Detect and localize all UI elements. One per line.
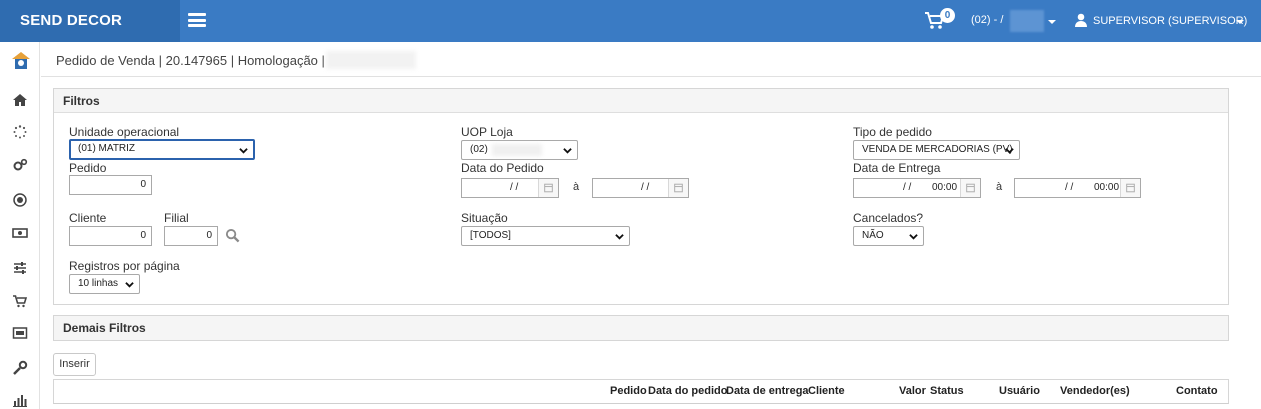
- situacao-select[interactable]: [TODOS]: [461, 226, 630, 246]
- cliente-label: Cliente: [69, 211, 107, 225]
- calendar-icon[interactable]: [668, 179, 688, 197]
- cancelados-select-value: NÃO: [862, 230, 884, 241]
- uop-label: UOP Loja: [461, 125, 513, 139]
- range-separator: à: [996, 181, 1003, 193]
- chevron-down-icon: [563, 148, 572, 154]
- situacao-select-value: [TODOS]: [470, 230, 511, 241]
- unidade-select[interactable]: (01) MATRIZ: [69, 139, 255, 160]
- home-icon[interactable]: [12, 92, 28, 108]
- insert-button[interactable]: Inserir: [53, 353, 96, 376]
- top-bar: SEND DECOR 0 (02) - / SUPERVISOR (SUPERV…: [0, 0, 1261, 42]
- more-filters-panel: Demais Filtros: [53, 315, 1229, 341]
- calendar-icon[interactable]: [538, 179, 558, 197]
- registros-select-value: 10 linhas: [78, 278, 119, 289]
- store-selector[interactable]: (02) - /: [971, 14, 1003, 26]
- brand-logo[interactable]: SEND DECOR: [0, 0, 180, 42]
- wrench-icon[interactable]: [12, 360, 28, 376]
- table-header: Pedido Data do pedido Data de entrega Cl…: [53, 379, 1229, 404]
- cliente-input[interactable]: 0: [69, 226, 152, 246]
- column-header-valor[interactable]: Valor: [899, 385, 926, 397]
- filial-label: Filial: [164, 211, 189, 225]
- user-icon: [1075, 13, 1087, 27]
- chevron-down-icon: [615, 234, 624, 240]
- tipo-select-value: VENDA DE MERCADORIAS (PV): [862, 144, 1013, 155]
- search-icon[interactable]: [225, 228, 240, 243]
- chevron-down-icon: [909, 234, 918, 240]
- pedido-input[interactable]: 0: [69, 175, 152, 195]
- data-pedido-from-input[interactable]: / /: [461, 178, 559, 198]
- tipo-select[interactable]: VENDA DE MERCADORIAS (PV): [853, 140, 1020, 160]
- filters-panel-title[interactable]: Filtros: [54, 89, 1228, 113]
- store-name-redacted: [1010, 10, 1044, 32]
- registros-select[interactable]: 10 linhas: [69, 274, 140, 294]
- divider: [41, 76, 1261, 77]
- shopping-cart-icon[interactable]: [12, 293, 28, 309]
- uop-select-value: (02): [470, 144, 488, 155]
- column-header-vendedores[interactable]: Vendedor(es): [1060, 385, 1130, 397]
- spinner-icon[interactable]: [12, 124, 28, 140]
- sliders-icon[interactable]: [12, 260, 28, 276]
- cart-count-badge: 0: [940, 8, 955, 23]
- target-icon[interactable]: [12, 192, 28, 208]
- calendar-icon[interactable]: [1120, 179, 1140, 197]
- unidade-select-value: (01) MATRIZ: [78, 143, 136, 154]
- breadcrumb: Pedido de Venda | 20.147965 | Homologaçã…: [56, 53, 325, 68]
- cancelados-label: Cancelados?: [853, 211, 924, 225]
- date-slashes: / /: [1065, 182, 1074, 193]
- date-slashes: / /: [641, 182, 650, 193]
- data-entrega-from-input[interactable]: / / 00:00: [853, 178, 981, 198]
- uop-select[interactable]: (02): [461, 140, 578, 160]
- cancelados-select[interactable]: NÃO: [853, 226, 924, 246]
- situacao-label: Situação: [461, 211, 508, 225]
- column-header-cliente[interactable]: Cliente: [808, 385, 845, 397]
- tipo-label: Tipo de pedido: [853, 125, 932, 139]
- time-value: 00:00: [932, 182, 958, 193]
- calendar-icon[interactable]: [960, 179, 980, 197]
- data-entrega-to-input[interactable]: / / 00:00: [1014, 178, 1141, 198]
- user-chevron-down-icon[interactable]: [1236, 20, 1244, 24]
- column-header-data-entrega[interactable]: Data de entrega: [726, 385, 809, 397]
- menu-toggle-icon[interactable]: [188, 13, 206, 27]
- pedido-label: Pedido: [69, 161, 107, 175]
- date-slashes: / /: [510, 182, 519, 193]
- data-entrega-label: Data de Entrega: [853, 161, 941, 175]
- store-chevron-down-icon[interactable]: [1048, 20, 1056, 24]
- more-filters-title[interactable]: Demais Filtros: [54, 316, 1228, 340]
- column-header-contato[interactable]: Contato: [1176, 385, 1218, 397]
- breadcrumb-redacted: [326, 51, 416, 69]
- chevron-down-icon: [239, 148, 248, 154]
- gears-icon[interactable]: [12, 157, 28, 173]
- time-value: 00:00: [1094, 182, 1120, 193]
- data-pedido-to-input[interactable]: / /: [592, 178, 689, 198]
- chevron-down-icon: [125, 282, 134, 288]
- column-header-data-pedido[interactable]: Data do pedido: [648, 385, 727, 397]
- registros-label: Registros por página: [69, 259, 180, 273]
- sidebar: [0, 42, 40, 409]
- user-menu[interactable]: SUPERVISOR (SUPERVISOR): [1093, 15, 1247, 27]
- uop-redacted: [492, 144, 542, 156]
- monitor-icon[interactable]: [12, 326, 28, 342]
- unidade-label: Unidade operacional: [69, 125, 180, 139]
- range-separator: à: [573, 181, 580, 193]
- data-pedido-label: Data do Pedido: [461, 161, 544, 175]
- filial-input[interactable]: 0: [164, 226, 218, 246]
- date-slashes: / /: [903, 182, 912, 193]
- column-header-usuario[interactable]: Usuário: [999, 385, 1040, 397]
- column-header-pedido[interactable]: Pedido: [610, 385, 647, 397]
- column-header-status[interactable]: Status: [930, 385, 964, 397]
- chevron-down-icon: [1005, 148, 1014, 154]
- bar-chart-icon[interactable]: [12, 392, 28, 408]
- money-icon[interactable]: [12, 225, 28, 241]
- home-logo-icon[interactable]: [10, 50, 32, 72]
